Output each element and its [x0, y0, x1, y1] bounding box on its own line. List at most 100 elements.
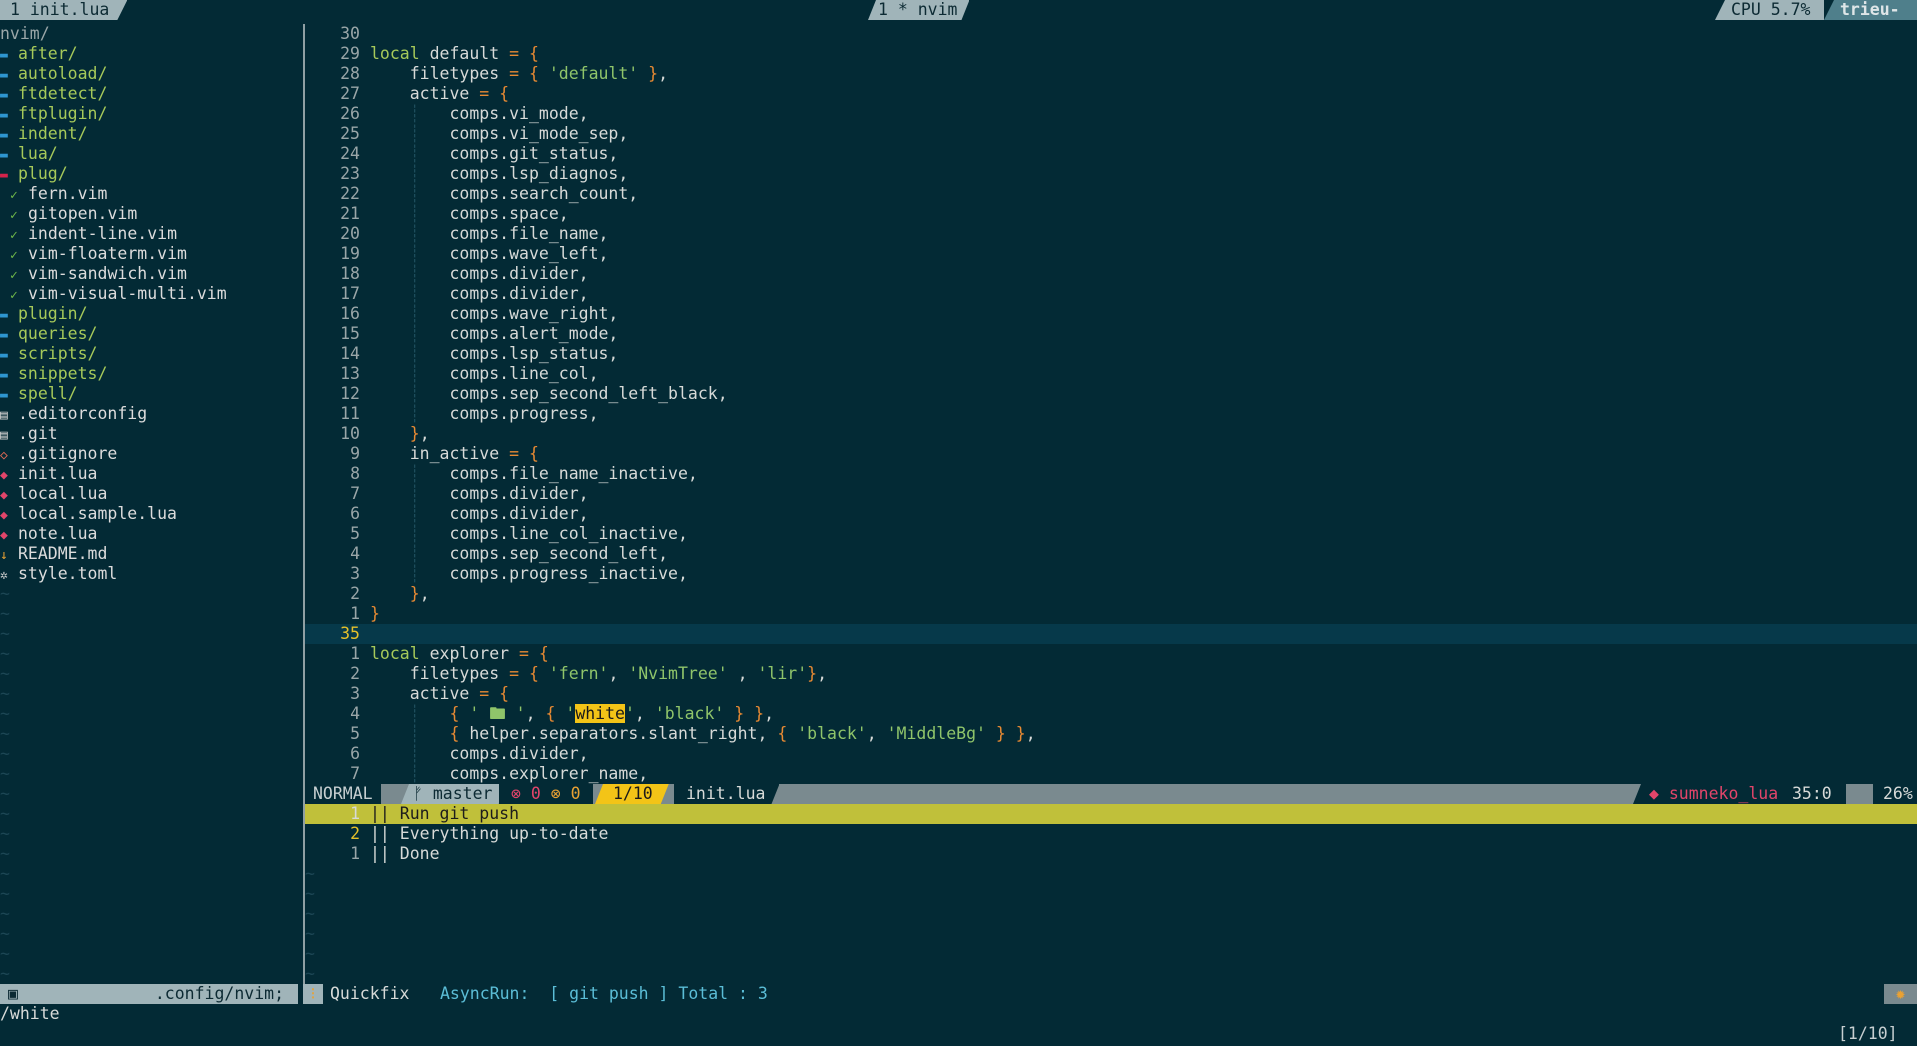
explorer-item[interactable]: ◆ local.sample.lua [0, 504, 177, 524]
empty-line-marker: ~ [0, 944, 10, 963]
explorer-item[interactable]: ▬ plug/ [0, 164, 68, 184]
explorer-item[interactable]: ↓ README.md [0, 544, 107, 564]
code-line[interactable]: 5 ┊ { helper.separators.slant_right, { '… [305, 724, 1917, 744]
code-line[interactable]: 15 ┊ comps.alert_mode, [305, 324, 1917, 344]
explorer-item[interactable]: ▬ ftdetect/ [0, 84, 107, 104]
empty-line-marker: ~ [0, 624, 10, 643]
code-line[interactable]: 1} [305, 604, 1917, 624]
line-number: 4 [350, 704, 360, 723]
code-line[interactable]: 6 ┊ comps.divider, [305, 744, 1917, 764]
code-line[interactable]: 8 ┊ comps.file_name_inactive, [305, 464, 1917, 484]
code-line[interactable]: 26 ┊ comps.vi_mode, [305, 104, 1917, 124]
explorer-item[interactable]: ▬ spell/ [0, 384, 78, 404]
code-line[interactable]: 11 ┊ comps.progress, [305, 404, 1917, 424]
explorer-item[interactable]: ▬ queries/ [0, 324, 97, 344]
code-line[interactable]: 12 ┊ comps.sep_second_left_black, [305, 384, 1917, 404]
code-line[interactable]: 24 ┊ comps.git_status, [305, 144, 1917, 164]
quickfix-text: || Everything up-to-date [370, 824, 609, 843]
code-line[interactable]: 2 }, [305, 584, 1917, 604]
explorer-item-label: after/ [18, 44, 78, 63]
code-line[interactable]: 20 ┊ comps.file_name, [305, 224, 1917, 244]
explorer-item[interactable]: ▬ indent/ [0, 124, 88, 144]
code-line[interactable]: 3 ┊ comps.progress_inactive, [305, 564, 1917, 584]
code-line[interactable]: 2 filetypes = { 'fern', 'NvimTree' , 'li… [305, 664, 1917, 684]
code-line[interactable]: 29 local default = { [305, 44, 1917, 64]
folder-icon: ▬ [0, 48, 8, 63]
explorer-item[interactable]: ▤ .git [0, 424, 58, 444]
explorer-item[interactable]: ▬ after/ [0, 44, 78, 64]
quickfix-icon: ⁝ [303, 984, 323, 1004]
line-number: 1 [350, 844, 360, 863]
explorer-item[interactable]: ◇ .gitignore [0, 444, 117, 464]
tab-init-lua[interactable]: 1 init.lua [0, 0, 127, 20]
code-line[interactable]: 6 ┊ comps.divider, [305, 504, 1917, 524]
explorer-item-label: README.md [18, 544, 108, 563]
explorer-item[interactable]: ▤ .editorconfig [0, 404, 147, 424]
mode-indicator: NORMAL [305, 784, 381, 804]
code-line[interactable]: 10 }, [305, 424, 1917, 444]
code-line[interactable]: 27 active = { [305, 84, 1917, 104]
explorer-item[interactable]: ▬ lua/ [0, 144, 58, 164]
code-line[interactable]: 28 filetypes = { 'default' }, [305, 64, 1917, 84]
code-line[interactable]: 9 in_active = { [305, 444, 1917, 464]
code-line[interactable]: 18 ┊ comps.divider, [305, 264, 1917, 284]
code-line[interactable]: 19 ┊ comps.wave_left, [305, 244, 1917, 264]
code-text: ┊ comps.vi_mode, [409, 104, 589, 123]
explorer-item[interactable]: ◆ init.lua [0, 464, 97, 484]
explorer-item[interactable]: ✓ vim-floaterm.vim [0, 244, 187, 264]
quickfix-label: Quickfix [330, 984, 410, 1003]
code-line[interactable]: 3 active = { [305, 684, 1917, 704]
line-number: 2 [350, 824, 360, 843]
statusline: NORMAL ᚠ master ⊗ 0 ⊗ 0 1/10 init.lua ◆ … [305, 784, 1917, 804]
line-number: 19 [340, 244, 360, 263]
code-line[interactable]: 7 ┊ comps.explorer_name, [305, 764, 1917, 784]
explorer-item[interactable]: ▬ snippets/ [0, 364, 107, 384]
code-line[interactable]: 35 [305, 624, 1917, 644]
explorer-item[interactable]: ✓ indent-line.vim [0, 224, 177, 244]
explorer-item[interactable]: ✲ style.toml [0, 564, 117, 584]
quickfix-item[interactable]: 2 || Everything up-to-date [305, 824, 1917, 844]
code-line[interactable]: 23 ┊ comps.lsp_diagnos, [305, 164, 1917, 184]
explorer-item[interactable]: ▬ plugin/ [0, 304, 88, 324]
explorer-item[interactable]: ▬ ftplugin/ [0, 104, 107, 124]
empty-line-marker: ~ [0, 784, 10, 803]
explorer-item[interactable]: ✓ gitopen.vim [0, 204, 137, 224]
quickfix-item[interactable]: 1 || Run git push [305, 804, 1917, 824]
code-line[interactable]: 16 ┊ comps.wave_right, [305, 304, 1917, 324]
code-line[interactable]: 21 ┊ comps.space, [305, 204, 1917, 224]
code-line[interactable]: 4 ┊ { ' 🖿 ', { 'white', 'black' } }, [305, 704, 1917, 724]
tab-nvim-session[interactable]: 1 * nvim [868, 0, 969, 20]
lua-icon: ◆ [0, 528, 8, 543]
empty-line-marker: ~ [0, 684, 10, 703]
code-line[interactable]: 25 ┊ comps.vi_mode_sep, [305, 124, 1917, 144]
code-line[interactable]: 7 ┊ comps.divider, [305, 484, 1917, 504]
quickfix-list[interactable]: 1 || Run git push 2 || Everything up-to-dat… [305, 804, 1917, 984]
editor-pane[interactable]: 30 29 local default = {28 filetypes = { 'd… [305, 24, 1917, 788]
empty-line-marker: ~ [0, 864, 10, 883]
code-line[interactable]: 22 ┊ comps.search_count, [305, 184, 1917, 204]
explorer-item[interactable]: ◆ local.lua [0, 484, 107, 504]
branch-name: master [432, 784, 493, 803]
quickfix-item[interactable]: 1 || Done [305, 844, 1917, 864]
code-line[interactable]: 4 ┊ comps.sep_second_left, [305, 544, 1917, 564]
explorer-item[interactable]: ✓ fern.vim [0, 184, 107, 204]
explorer-root[interactable]: nvim/ [0, 24, 50, 44]
asyncrun-status: AsyncRun: [ git push ] Total : 3 [440, 984, 768, 1003]
code-line[interactable]: 17 ┊ comps.divider, [305, 284, 1917, 304]
code-line[interactable]: 1 local explorer = { [305, 644, 1917, 664]
explorer-item-label: scripts/ [18, 344, 98, 363]
explorer-item[interactable]: ✓ vim-sandwich.vim [0, 264, 187, 284]
code-line[interactable]: 5 ┊ comps.line_col_inactive, [305, 524, 1917, 544]
explorer-item[interactable]: ▬ autoload/ [0, 64, 107, 84]
explorer-item-label: ftdetect/ [18, 84, 108, 103]
code-line[interactable]: 30 [305, 24, 1917, 44]
code-line[interactable]: 13 ┊ comps.line_col, [305, 364, 1917, 384]
explorer-item-label: autoload/ [18, 64, 108, 83]
explorer-item[interactable]: ▬ scripts/ [0, 344, 97, 364]
explorer-item[interactable]: ✓ vim-visual-multi.vim [0, 284, 227, 304]
explorer-item[interactable]: ◆ note.lua [0, 524, 97, 544]
explorer-item-label: ftplugin/ [18, 104, 108, 123]
command-line[interactable]: /white [0, 1004, 1917, 1025]
line-number: 12 [340, 384, 360, 403]
code-line[interactable]: 14 ┊ comps.lsp_status, [305, 344, 1917, 364]
